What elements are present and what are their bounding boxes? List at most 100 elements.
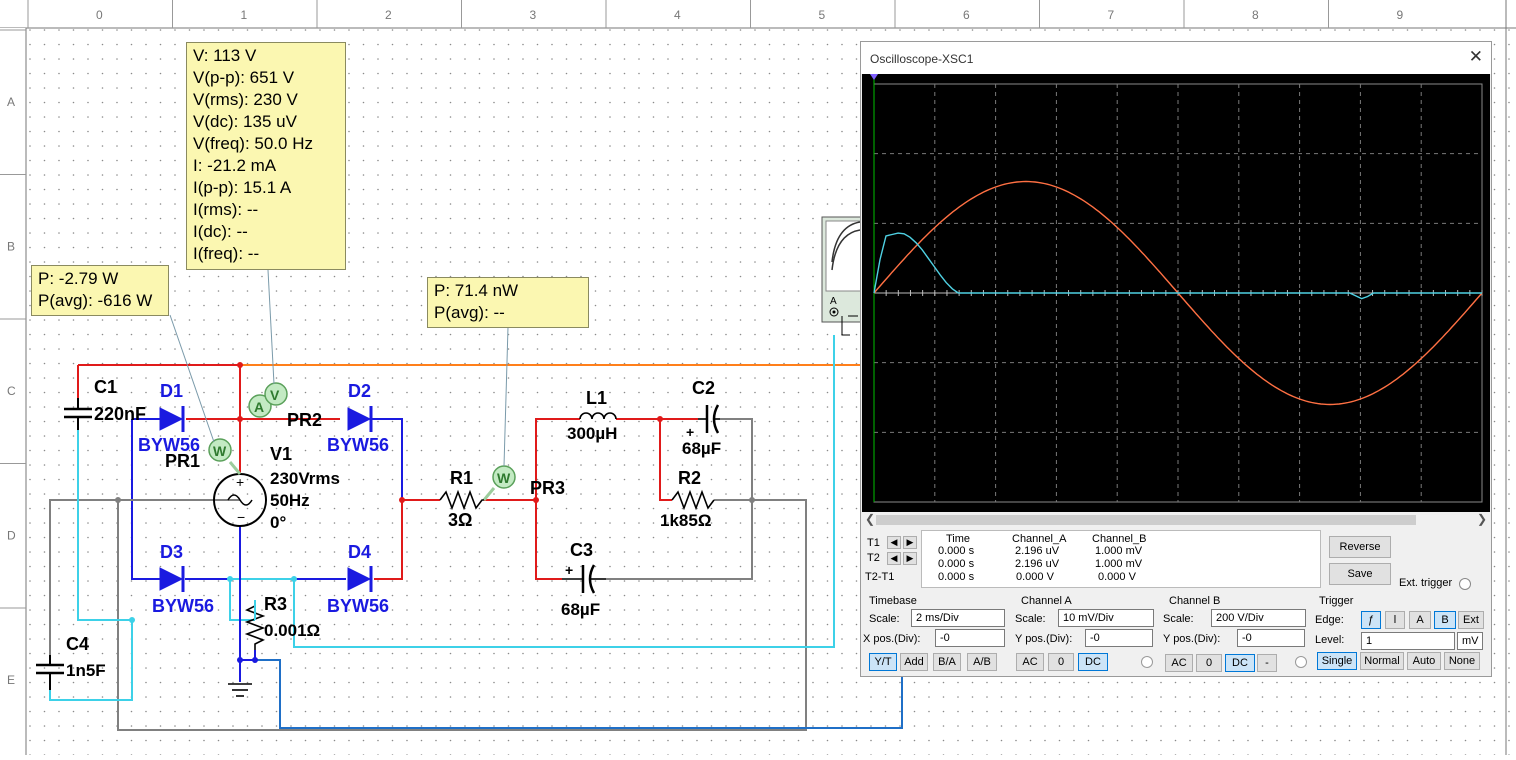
ruler-row-label: D xyxy=(7,529,16,543)
v1-rms: 230Vrms xyxy=(270,469,340,488)
ruler-column-label: 7 xyxy=(1108,8,1115,22)
timebase-xpos-field[interactable]: -0 xyxy=(935,629,1005,647)
ruler-column-label: 0 xyxy=(96,8,103,22)
power-probe-pr1[interactable]: W xyxy=(208,438,232,462)
r3-value: 0.001Ω xyxy=(264,621,320,640)
pr3-power-readout[interactable]: P: 71.4 nW P(avg): -- xyxy=(427,277,589,328)
d3-name: D3 xyxy=(160,542,183,562)
t1-left-arrow-icon[interactable]: ◀ xyxy=(887,536,901,549)
trigger-a-button[interactable]: A xyxy=(1409,611,1431,629)
t2-right-arrow-icon[interactable]: ▶ xyxy=(903,552,917,565)
svg-text:−: − xyxy=(237,509,245,525)
rising-edge-button[interactable]: ƒ xyxy=(1361,611,1381,629)
falling-edge-button[interactable]: Ɩ xyxy=(1385,611,1405,629)
r2-value: 1k85Ω xyxy=(660,511,711,530)
ruler-column-label: 9 xyxy=(1397,8,1404,22)
oscilloscope-titlebar[interactable]: Oscilloscope-XSC1 ✕ xyxy=(861,42,1491,74)
save-button[interactable]: Save xyxy=(1329,563,1391,585)
channel-a-zero-button[interactable]: 0 xyxy=(1048,653,1074,671)
single-mode-button[interactable]: Single xyxy=(1317,652,1357,670)
probe-readout-line: V(rms): 230 V xyxy=(193,90,298,109)
channel-a-ac-button[interactable]: AC xyxy=(1016,653,1044,671)
t2-left-arrow-icon[interactable]: ◀ xyxy=(887,552,901,565)
c1-name: C1 xyxy=(94,377,117,397)
channel-a-ypos-field[interactable]: -0 xyxy=(1085,629,1153,647)
t2t1-label: T2-T1 xyxy=(865,571,895,583)
t2-label: T2 xyxy=(867,552,880,564)
normal-mode-button[interactable]: Normal xyxy=(1360,652,1404,670)
probe-readout-line: V(p-p): 651 V xyxy=(193,68,295,87)
header-time: Time xyxy=(946,533,971,545)
scroll-right-icon[interactable]: ❯ xyxy=(1477,512,1487,526)
oscilloscope-title: Oscilloscope-XSC1 xyxy=(870,52,974,66)
svg-text:W: W xyxy=(497,470,511,486)
ruler-column-label: 3 xyxy=(530,8,537,22)
yt-button[interactable]: Y/T xyxy=(869,653,897,671)
xsc-terminal-a: A xyxy=(830,296,837,307)
d4-value: BYW56 xyxy=(327,596,389,616)
channel-b-ac-button[interactable]: AC xyxy=(1165,654,1193,672)
ext-trigger-radio[interactable] xyxy=(1459,578,1471,590)
voltage-probe-pr2[interactable]: V xyxy=(264,382,288,406)
d2-value: BYW56 xyxy=(327,435,389,455)
probe-readout-line: P(avg): -616 W xyxy=(38,291,153,310)
c4-name: C4 xyxy=(66,634,89,654)
pr1-power-readout[interactable]: P: -2.79 W P(avg): -616 W xyxy=(31,265,169,316)
none-mode-button[interactable]: None xyxy=(1444,652,1480,670)
channel-a-radio[interactable] xyxy=(1141,656,1153,668)
channel-b-ypos-field[interactable]: -0 xyxy=(1237,629,1305,647)
probe-readout-line: V(freq): 50.0 Hz xyxy=(193,134,313,153)
channel-b-scale-field[interactable]: 200 V/Div xyxy=(1211,609,1306,627)
timebase-group-label: Timebase xyxy=(869,595,917,607)
probe-readout-line: I(p-p): 15.1 A xyxy=(193,178,292,197)
channel-b-dc-button[interactable]: DC xyxy=(1225,654,1255,672)
cursor-t1-marker-icon[interactable] xyxy=(870,74,878,80)
scope-horizontal-scrollbar[interactable]: ❮ ❯ xyxy=(862,512,1490,528)
trigger-ext-button[interactable]: Ext xyxy=(1458,611,1484,629)
channel-b-group-label: Channel B xyxy=(1169,595,1221,607)
oscilloscope-window[interactable]: Oscilloscope-XSC1 ✕ ❮ ❯ T1 T2 T2-T1 ◀ ▶ … xyxy=(860,41,1492,677)
channel-a-trace xyxy=(873,232,1482,300)
timebase-scale-field[interactable]: 2 ms/Div xyxy=(911,609,1005,627)
d4-name: D4 xyxy=(348,542,371,562)
channel-a-scale-field[interactable]: 10 mV/Div xyxy=(1058,609,1154,627)
header-channel-b: Channel_B xyxy=(1092,533,1147,545)
probe-readout-line: V(dc): 135 uV xyxy=(193,112,297,131)
header-channel-a: Channel_A xyxy=(1012,533,1067,545)
pr1-label: PR1 xyxy=(165,451,200,471)
ruler-row-label: B xyxy=(7,240,15,254)
ab-button[interactable]: A/B xyxy=(967,653,997,671)
add-button[interactable]: Add xyxy=(900,653,928,671)
scroll-left-icon[interactable]: ❮ xyxy=(865,512,875,526)
channel-b-minus-button[interactable]: - xyxy=(1257,654,1277,672)
scroll-thumb[interactable] xyxy=(876,515,1416,525)
ruler-column-label: 6 xyxy=(963,8,970,22)
v1-freq: 50Hz xyxy=(270,491,310,510)
t1-right-arrow-icon[interactable]: ▶ xyxy=(903,536,917,549)
trigger-level-field[interactable]: 1 xyxy=(1361,632,1455,650)
channel-b-zero-button[interactable]: 0 xyxy=(1196,654,1222,672)
trigger-level-unit[interactable]: mV xyxy=(1457,632,1483,650)
svg-text:+: + xyxy=(565,562,573,578)
probe-readout-line: P(avg): -- xyxy=(434,303,505,322)
power-probe-pr3[interactable]: W xyxy=(492,465,516,489)
reverse-button[interactable]: Reverse xyxy=(1329,536,1391,558)
trigger-b-button[interactable]: B xyxy=(1434,611,1456,629)
v1-name: V1 xyxy=(270,444,292,464)
channel-a-dc-button[interactable]: DC xyxy=(1078,653,1108,671)
l1-value: 300µH xyxy=(567,424,617,443)
close-icon[interactable]: ✕ xyxy=(1469,47,1483,67)
c1-value: 220nF xyxy=(94,404,146,424)
ruler-row-label: A xyxy=(7,95,15,109)
d3-value: BYW56 xyxy=(152,596,214,616)
ba-button[interactable]: B/A xyxy=(933,653,961,671)
oscilloscope-instrument-xsc1[interactable]: A xyxy=(821,216,863,336)
probe-readout-line: I(dc): -- xyxy=(193,222,248,241)
auto-mode-button[interactable]: Auto xyxy=(1407,652,1441,670)
r1-name: R1 xyxy=(450,468,473,488)
c3-value: 68µF xyxy=(561,600,600,619)
channel-b-radio[interactable] xyxy=(1295,656,1307,668)
oscilloscope-screen[interactable] xyxy=(862,74,1490,512)
voltage-current-probe-readout[interactable]: V: 113 V V(p-p): 651 V V(rms): 230 V V(dc):… xyxy=(186,42,346,270)
c4-value: 1n5F xyxy=(66,661,106,680)
